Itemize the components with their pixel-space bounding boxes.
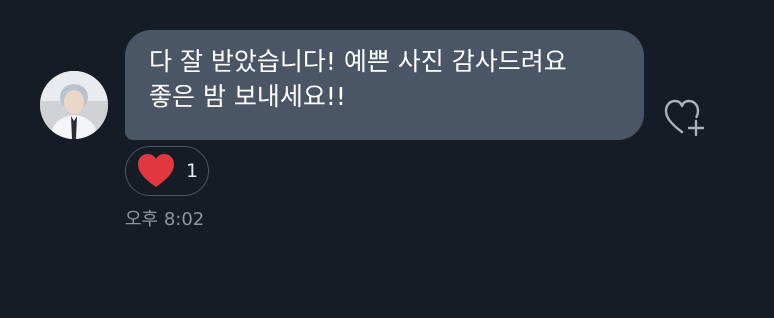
add-reaction-button[interactable] [660,94,708,142]
message-timestamp: 오후 8:02 [125,209,205,230]
message-line-2: 좋은 밤 보내세요!! [149,82,346,111]
message-line-1: 다 잘 받았습니다! 예쁜 사진 감사드려요 [149,47,567,76]
heart-plus-icon [664,99,705,137]
message-bubble[interactable]: 다 잘 받았습니다! 예쁜 사진 감사드려요 좋은 밤 보내세요!! [125,30,644,140]
avatar-image [40,71,108,139]
heart-reaction-pill[interactable]: 1 [125,146,209,196]
sender-avatar[interactable] [40,71,108,139]
reaction-count: 1 [186,160,199,182]
heart-icon [138,154,174,187]
